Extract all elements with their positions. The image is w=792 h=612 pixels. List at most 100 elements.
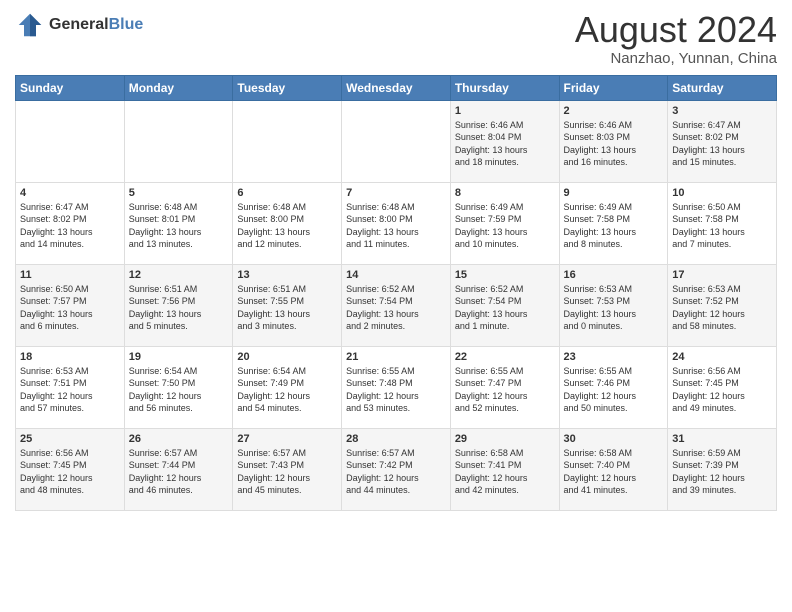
day-info: Sunrise: 6:54 AM Sunset: 7:49 PM Dayligh… xyxy=(237,365,337,415)
calendar-cell: 22 Sunrise: 6:55 AM Sunset: 7:47 PM Dayli… xyxy=(450,346,559,428)
calendar-cell: 6 Sunrise: 6:48 AM Sunset: 8:00 PM Daylig… xyxy=(233,182,342,264)
day-number: 12 xyxy=(129,269,229,281)
day-info: Sunrise: 6:56 AM Sunset: 7:45 PM Dayligh… xyxy=(672,365,772,415)
calendar-cell: 3 Sunrise: 6:47 AM Sunset: 8:02 PM Daylig… xyxy=(668,100,777,182)
day-info: Sunrise: 6:48 AM Sunset: 8:00 PM Dayligh… xyxy=(346,201,446,251)
day-number: 26 xyxy=(129,433,229,445)
calendar-cell: 25 Sunrise: 6:56 AM Sunset: 7:45 PM Dayli… xyxy=(16,428,125,510)
location: Nanzhao, Yunnan, China xyxy=(575,50,777,67)
calendar-cell xyxy=(124,100,233,182)
week-row-3: 18 Sunrise: 6:53 AM Sunset: 7:51 PM Dayli… xyxy=(16,346,777,428)
calendar-cell: 17 Sunrise: 6:53 AM Sunset: 7:52 PM Dayli… xyxy=(668,264,777,346)
day-number: 15 xyxy=(455,269,555,281)
day-info: Sunrise: 6:55 AM Sunset: 7:46 PM Dayligh… xyxy=(564,365,664,415)
calendar-cell: 16Sunrise: 6:53 AM Sunset: 7:53 PM Dayli… xyxy=(559,264,668,346)
day-info: Sunrise: 6:46 AM Sunset: 8:04 PM Dayligh… xyxy=(455,119,555,169)
calendar-cell: 23 Sunrise: 6:55 AM Sunset: 7:46 PM Dayli… xyxy=(559,346,668,428)
calendar-cell xyxy=(233,100,342,182)
day-number: 25 xyxy=(20,433,120,445)
day-number: 27 xyxy=(237,433,337,445)
calendar-cell xyxy=(342,100,451,182)
day-info: Sunrise: 6:51 AM Sunset: 7:56 PM Dayligh… xyxy=(129,283,229,333)
day-number: 6 xyxy=(237,187,337,199)
calendar-cell: 8Sunrise: 6:49 AM Sunset: 7:59 PM Daylig… xyxy=(450,182,559,264)
calendar-cell: 15 Sunrise: 6:52 AM Sunset: 7:54 PM Dayli… xyxy=(450,264,559,346)
day-info: Sunrise: 6:50 AM Sunset: 7:58 PM Dayligh… xyxy=(672,201,772,251)
title-block: August 2024 Nanzhao, Yunnan, China xyxy=(575,10,777,67)
calendar-cell xyxy=(16,100,125,182)
calendar-table: SundayMondayTuesdayWednesdayThursdayFrid… xyxy=(15,75,777,511)
day-info: Sunrise: 6:55 AM Sunset: 7:48 PM Dayligh… xyxy=(346,365,446,415)
weekday-header-thursday: Thursday xyxy=(450,75,559,100)
week-row-1: 4Sunrise: 6:47 AM Sunset: 8:02 PM Daylig… xyxy=(16,182,777,264)
day-number: 2 xyxy=(564,105,664,117)
day-number: 8 xyxy=(455,187,555,199)
logo-blue: Blue xyxy=(109,16,144,33)
weekday-header-sunday: Sunday xyxy=(16,75,125,100)
calendar-cell: 21 Sunrise: 6:55 AM Sunset: 7:48 PM Dayli… xyxy=(342,346,451,428)
day-number: 1 xyxy=(455,105,555,117)
day-number: 30 xyxy=(564,433,664,445)
day-info: Sunrise: 6:56 AM Sunset: 7:45 PM Dayligh… xyxy=(20,447,120,497)
day-info: Sunrise: 6:55 AM Sunset: 7:47 PM Dayligh… xyxy=(455,365,555,415)
calendar-cell: 4Sunrise: 6:47 AM Sunset: 8:02 PM Daylig… xyxy=(16,182,125,264)
day-info: Sunrise: 6:53 AM Sunset: 7:51 PM Dayligh… xyxy=(20,365,120,415)
day-number: 31 xyxy=(672,433,772,445)
day-number: 14 xyxy=(346,269,446,281)
calendar-cell: 27 Sunrise: 6:57 AM Sunset: 7:43 PM Dayli… xyxy=(233,428,342,510)
day-info: Sunrise: 6:50 AM Sunset: 7:57 PM Dayligh… xyxy=(20,283,120,333)
day-number: 17 xyxy=(672,269,772,281)
calendar-cell: 7 Sunrise: 6:48 AM Sunset: 8:00 PM Daylig… xyxy=(342,182,451,264)
day-number: 10 xyxy=(672,187,772,199)
calendar-cell: 29Sunrise: 6:58 AM Sunset: 7:41 PM Dayli… xyxy=(450,428,559,510)
day-number: 19 xyxy=(129,351,229,363)
day-number: 21 xyxy=(346,351,446,363)
weekday-header-friday: Friday xyxy=(559,75,668,100)
calendar-cell: 5 Sunrise: 6:48 AM Sunset: 8:01 PM Daylig… xyxy=(124,182,233,264)
day-info: Sunrise: 6:53 AM Sunset: 7:52 PM Dayligh… xyxy=(672,283,772,333)
day-number: 23 xyxy=(564,351,664,363)
day-info: Sunrise: 6:51 AM Sunset: 7:55 PM Dayligh… xyxy=(237,283,337,333)
day-info: Sunrise: 6:47 AM Sunset: 8:02 PM Dayligh… xyxy=(672,119,772,169)
calendar-cell: 11 Sunrise: 6:50 AM Sunset: 7:57 PM Dayli… xyxy=(16,264,125,346)
calendar-cell: 20 Sunrise: 6:54 AM Sunset: 7:49 PM Dayli… xyxy=(233,346,342,428)
day-info: Sunrise: 6:58 AM Sunset: 7:40 PM Dayligh… xyxy=(564,447,664,497)
day-info: Sunrise: 6:52 AM Sunset: 7:54 PM Dayligh… xyxy=(455,283,555,333)
day-info: Sunrise: 6:48 AM Sunset: 8:00 PM Dayligh… xyxy=(237,201,337,251)
day-number: 7 xyxy=(346,187,446,199)
day-number: 13 xyxy=(237,269,337,281)
weekday-header-monday: Monday xyxy=(124,75,233,100)
calendar-cell: 31 Sunrise: 6:59 AM Sunset: 7:39 PM Dayli… xyxy=(668,428,777,510)
day-number: 24 xyxy=(672,351,772,363)
weekday-header-row: SundayMondayTuesdayWednesdayThursdayFrid… xyxy=(16,75,777,100)
day-number: 11 xyxy=(20,269,120,281)
day-number: 5 xyxy=(129,187,229,199)
logo-text: GeneralBlue xyxy=(49,16,143,34)
day-info: Sunrise: 6:57 AM Sunset: 7:44 PM Dayligh… xyxy=(129,447,229,497)
day-number: 3 xyxy=(672,105,772,117)
week-row-0: 1 Sunrise: 6:46 AM Sunset: 8:04 PM Daylig… xyxy=(16,100,777,182)
day-info: Sunrise: 6:48 AM Sunset: 8:01 PM Dayligh… xyxy=(129,201,229,251)
day-number: 18 xyxy=(20,351,120,363)
weekday-header-tuesday: Tuesday xyxy=(233,75,342,100)
calendar-cell: 1 Sunrise: 6:46 AM Sunset: 8:04 PM Daylig… xyxy=(450,100,559,182)
calendar-cell: 24 Sunrise: 6:56 AM Sunset: 7:45 PM Dayli… xyxy=(668,346,777,428)
day-number: 28 xyxy=(346,433,446,445)
day-number: 22 xyxy=(455,351,555,363)
day-info: Sunrise: 6:59 AM Sunset: 7:39 PM Dayligh… xyxy=(672,447,772,497)
day-info: Sunrise: 6:46 AM Sunset: 8:03 PM Dayligh… xyxy=(564,119,664,169)
day-number: 29 xyxy=(455,433,555,445)
calendar-cell: 30 Sunrise: 6:58 AM Sunset: 7:40 PM Dayli… xyxy=(559,428,668,510)
week-row-2: 11 Sunrise: 6:50 AM Sunset: 7:57 PM Dayli… xyxy=(16,264,777,346)
logo: GeneralBlue xyxy=(15,10,143,40)
day-info: Sunrise: 6:53 AM Sunset: 7:53 PM Dayligh… xyxy=(564,283,664,333)
day-info: Sunrise: 6:57 AM Sunset: 7:43 PM Dayligh… xyxy=(237,447,337,497)
day-info: Sunrise: 6:47 AM Sunset: 8:02 PM Dayligh… xyxy=(20,201,120,251)
main-container: GeneralBlue August 2024 Nanzhao, Yunnan,… xyxy=(0,0,792,521)
calendar-cell: 26 Sunrise: 6:57 AM Sunset: 7:44 PM Dayli… xyxy=(124,428,233,510)
calendar-cell: 28Sunrise: 6:57 AM Sunset: 7:42 PM Dayli… xyxy=(342,428,451,510)
day-number: 20 xyxy=(237,351,337,363)
day-info: Sunrise: 6:49 AM Sunset: 7:58 PM Dayligh… xyxy=(564,201,664,251)
day-info: Sunrise: 6:54 AM Sunset: 7:50 PM Dayligh… xyxy=(129,365,229,415)
month-year: August 2024 xyxy=(575,10,777,50)
